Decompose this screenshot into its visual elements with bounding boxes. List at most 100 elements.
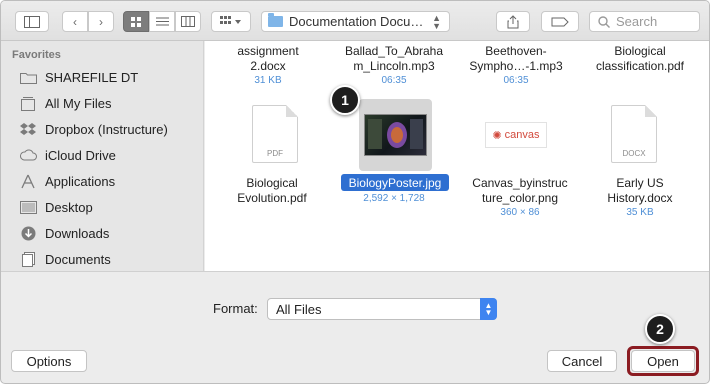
share-icon (507, 14, 519, 28)
file-item-biological-classification[interactable]: Biological classification.pdf (577, 44, 703, 74)
sidebar-toggle-button[interactable] (15, 11, 49, 32)
poster-image-icon (368, 119, 423, 149)
file-open-dialog: ‹ › Documentation Docu… ▲ ▼ Search Favor… (0, 0, 710, 384)
downloads-icon (19, 226, 37, 241)
file-name: Early US (616, 176, 664, 190)
sidebar-item-desktop[interactable]: Desktop (19, 195, 199, 219)
format-value: All Files (276, 301, 322, 317)
sidebar-item-label: Applications (45, 173, 116, 189)
step-badge-1: 1 (330, 85, 360, 115)
arrange-button[interactable] (211, 11, 251, 32)
search-placeholder: Search (616, 14, 658, 29)
format-label: Format: (213, 301, 258, 316)
columns-icon (181, 16, 195, 27)
format-select[interactable]: All Files ▲ ▼ (267, 298, 497, 320)
file-item-early-us-history[interactable]: Early US History.docx 35 KB (577, 176, 703, 219)
file-name: Beethoven- (485, 44, 547, 58)
sidebar-icon (24, 15, 40, 28)
doc-type-label: PDF (267, 149, 283, 158)
sidebar-item-applications[interactable]: Applications (19, 169, 199, 193)
file-browser: assignment 2.docx 31 KB Ballad_To_Abraha… (205, 41, 709, 271)
file-item-canvas-logo[interactable]: Canvas_byinstruc ture_color.png 360 × 86 (457, 176, 583, 219)
sidebar: Favorites SHAREFILE DT All My Files Drop… (1, 41, 204, 271)
desktop-icon (19, 200, 37, 215)
list-icon (155, 17, 169, 26)
chevron-updown-icon: ▲ ▼ (432, 13, 441, 31)
file-item-ballad[interactable]: Ballad_To_Abraha m_Lincoln.mp3 06:35 (331, 44, 457, 87)
share-button[interactable] (496, 11, 530, 32)
file-name: Biological (614, 44, 666, 58)
all-files-icon (19, 96, 37, 111)
chevron-left-icon: ‹ (73, 14, 77, 29)
file-meta: 31 KB (254, 75, 282, 86)
file-meta: 35 KB (626, 207, 654, 218)
back-button[interactable]: ‹ (62, 11, 88, 32)
pdf-document-icon[interactable]: PDF (252, 105, 298, 163)
chevron-right-icon: › (99, 14, 103, 29)
file-name: Ballad_To_Abraha (344, 44, 444, 58)
toolbar: ‹ › Documentation Docu… ▲ ▼ Search (1, 1, 709, 41)
file-item-biological-evolution[interactable]: Biological Evolution.pdf (209, 176, 335, 206)
sidebar-item-dropbox[interactable]: Dropbox (Instructure) (19, 117, 199, 141)
doc-type-label: DOCX (622, 149, 646, 158)
canvas-logo-text: canvas (504, 129, 540, 141)
folder-icon (19, 70, 37, 85)
location-label: Documentation Docu… (289, 14, 424, 29)
sidebar-item-downloads[interactable]: Downloads (19, 221, 199, 245)
options-button[interactable]: Options (11, 350, 87, 372)
file-name: m_Lincoln.mp3 (353, 59, 435, 73)
column-view-button[interactable] (175, 11, 201, 32)
file-name: Canvas_byinstruc (472, 176, 568, 190)
file-meta: 2,592 × 1,728 (363, 193, 425, 204)
file-item-assignment[interactable]: assignment 2.docx 31 KB (205, 44, 331, 87)
cloud-icon (19, 148, 37, 163)
file-name: ture_color.png (481, 191, 559, 205)
sidebar-item-documents[interactable]: Documents (19, 247, 199, 271)
applications-icon (19, 174, 37, 189)
step-badge-2: 2 (645, 314, 675, 344)
sidebar-item-icloud[interactable]: iCloud Drive (19, 143, 199, 167)
sidebar-item-label: iCloud Drive (45, 147, 116, 163)
sidebar-item-label: Documents (45, 251, 111, 267)
arrange-icon (220, 16, 241, 24)
file-name: Biological (246, 176, 298, 190)
forward-button[interactable]: › (88, 11, 114, 32)
canvas-logo-icon: ✺ (492, 129, 502, 142)
documents-icon (19, 251, 37, 267)
file-name: classification.pdf (595, 59, 685, 73)
sidebar-heading: Favorites (12, 49, 61, 61)
canvas-logo-thumbnail[interactable]: ✺ canvas (485, 122, 547, 148)
file-name: 2.docx (250, 59, 286, 73)
list-view-button[interactable] (149, 11, 175, 32)
file-meta: 360 × 86 (500, 207, 540, 218)
file-item-beethoven[interactable]: Beethoven- Sympho…-1.mp3 06:35 (453, 44, 579, 87)
file-name: assignment (237, 44, 299, 58)
sidebar-item-label: SHAREFILE DT (45, 69, 139, 85)
chevron-updown-icon: ▲ ▼ (480, 298, 497, 320)
sidebar-item-label: All My Files (45, 95, 112, 111)
open-button[interactable]: Open (631, 350, 695, 372)
tag-icon (551, 17, 569, 26)
tags-button[interactable] (541, 11, 579, 32)
location-popup[interactable]: Documentation Docu… ▲ ▼ (261, 11, 450, 32)
grid-icon (131, 16, 141, 27)
sidebar-item-all-my-files[interactable]: All My Files (19, 91, 199, 115)
sidebar-item-label: Downloads (45, 225, 110, 241)
search-field[interactable]: Search (589, 11, 700, 32)
file-name: History.docx (607, 191, 673, 205)
search-icon (598, 15, 610, 28)
biology-poster-thumbnail[interactable] (364, 114, 427, 156)
dropbox-icon (19, 122, 37, 137)
sidebar-item-label: Desktop (45, 199, 93, 215)
file-item-biology-poster-meta: 2,592 × 1,728 (331, 189, 457, 205)
sidebar-item-sharefile[interactable]: SHAREFILE DT (19, 65, 199, 89)
folder-icon (268, 13, 283, 27)
file-meta: 06:35 (503, 75, 529, 86)
cancel-button[interactable]: Cancel (547, 350, 617, 372)
file-name: Sympho…-1.mp3 (469, 59, 563, 73)
file-name: Evolution.pdf (237, 191, 307, 205)
selected-file-name[interactable]: BiologyPoster.jpg (341, 174, 449, 191)
icon-view-button[interactable] (123, 11, 149, 32)
docx-document-icon[interactable]: DOCX (611, 105, 657, 163)
sidebar-item-label: Dropbox (Instructure) (45, 121, 168, 137)
